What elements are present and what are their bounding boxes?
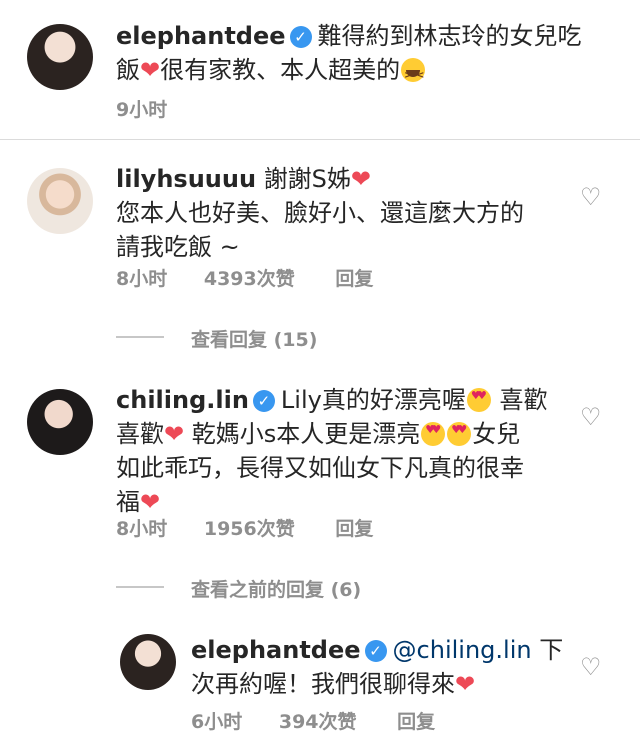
heart-emoji-icon: ❤	[140, 56, 161, 84]
avatar[interactable]	[27, 24, 93, 90]
reply-body: elephantdee ✓ @chiling.lin 下 次再約喔！我們很聊得來❤	[191, 633, 571, 701]
heart-eyes-emoji-icon	[466, 388, 491, 412]
comment-line: 謝謝S姊	[263, 165, 351, 193]
mention-link[interactable]: @chiling.lin	[393, 636, 532, 664]
caption-line-2b: 很有家教、本人超美的	[160, 56, 401, 84]
caption-line-2a: 飯	[116, 56, 140, 84]
caption-timestamp: 9小时	[116, 99, 168, 121]
comment-username[interactable]: chiling.lin	[116, 386, 249, 414]
comment-line: 喜歡	[499, 386, 548, 414]
comment-line: 如此乖巧，長得又如仙女下凡真的很幸	[116, 454, 524, 482]
comment-body: chiling.lin✓Lily真的好漂亮喔 喜歡 喜歡❤ 乾媽小s本人更是漂亮…	[116, 383, 586, 519]
caption-username[interactable]: elephantdee	[116, 22, 286, 50]
reply-username[interactable]: elephantdee	[191, 636, 361, 664]
reply-button[interactable]: 回复	[335, 268, 373, 290]
comment-likes[interactable]: 1956次赞	[204, 518, 295, 540]
comment-line: 喜歡	[116, 420, 164, 448]
comment-line: 請我吃飯 ~	[116, 233, 240, 261]
comment-line: Lily真的好漂亮喔	[280, 386, 466, 414]
reply-line: 次再約喔！我們很聊得來	[191, 670, 455, 698]
avatar[interactable]	[120, 634, 176, 690]
heart-emoji-icon: ❤	[140, 488, 161, 516]
view-previous-replies-button[interactable]: 查看之前的回复 (6)	[191, 575, 361, 602]
reply-timestamp: 6小时	[191, 711, 243, 733]
reply-button[interactable]: 回复	[335, 518, 373, 540]
comment-username[interactable]: lilyhsuuuu	[116, 165, 256, 193]
heart-eyes-emoji-icon	[421, 422, 446, 446]
comment-likes[interactable]: 4393次赞	[204, 268, 295, 290]
comment-timestamp: 8小时	[116, 518, 168, 540]
comment-meta: 8小时 1956次赞 回复	[116, 514, 373, 541]
verified-badge-icon: ✓	[364, 640, 387, 662]
reply-line: 下	[539, 636, 564, 664]
thread-line	[116, 586, 164, 588]
laughing-emoji-icon	[401, 58, 426, 93]
comment-body: lilyhsuuuu 謝謝S姊❤ 您本人也好美、臉好小、還這麼大方的 請我吃飯 …	[116, 162, 576, 264]
verified-badge-icon: ✓	[252, 390, 275, 412]
comment-line: 福	[116, 488, 140, 516]
avatar[interactable]	[27, 389, 93, 455]
like-heart-icon[interactable]: ♡	[580, 185, 602, 209]
thread-line	[116, 336, 164, 338]
comment-line: 乾媽小s本人更是漂亮	[191, 420, 421, 448]
avatar[interactable]	[27, 168, 93, 234]
heart-emoji-icon: ❤	[350, 165, 372, 193]
view-replies-button[interactable]: 查看回复 (15)	[191, 325, 317, 352]
comment-timestamp: 8小时	[116, 268, 168, 290]
heart-emoji-icon: ❤	[164, 420, 185, 448]
reply-button[interactable]: 回复	[397, 711, 435, 733]
like-heart-icon[interactable]: ♡	[580, 655, 602, 679]
caption-text: elephantdee ✓ 難得約到林志玲的女兒吃 飯❤很有家教、本人超美的	[116, 19, 616, 93]
like-heart-icon[interactable]: ♡	[580, 405, 602, 429]
comment-meta: 8小时 4393次赞 回复	[116, 264, 373, 291]
verified-badge-icon: ✓	[289, 26, 312, 48]
heart-emoji-icon: ❤	[455, 670, 476, 698]
caption-line-1: 難得約到林志玲的女兒吃	[317, 22, 582, 50]
heart-eyes-emoji-icon	[447, 422, 472, 446]
comment-line: 女兒	[472, 420, 521, 448]
divider	[0, 139, 640, 140]
reply-likes[interactable]: 394次赞	[279, 711, 357, 733]
reply-meta: 6小时 394次赞 回复	[191, 707, 435, 734]
comment-line: 您本人也好美、臉好小、還這麼大方的	[116, 199, 524, 227]
